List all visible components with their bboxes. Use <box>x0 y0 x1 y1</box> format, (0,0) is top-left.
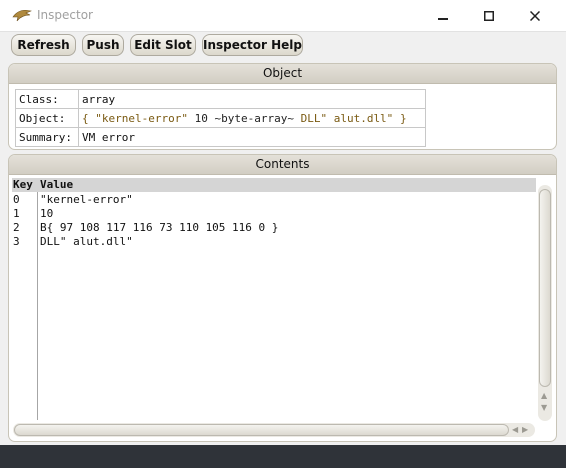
edit-slot-button[interactable]: Edit Slot <box>130 34 196 56</box>
horizontal-scrollbar[interactable]: ◀ ▶ <box>13 423 535 437</box>
object-table: Class: array Object: { "kernel-error" 10… <box>15 89 426 147</box>
title-bar: Inspector <box>0 0 566 32</box>
vertical-scroll-thumb[interactable] <box>539 189 551 387</box>
list-header: Key Value <box>12 178 536 192</box>
dll-token: DLL" <box>300 111 328 125</box>
list-item[interactable]: 1 10 <box>12 207 536 221</box>
vertical-scrollbar[interactable]: ▲ ▼ <box>538 185 552 421</box>
list-item[interactable]: 2 B{ 97 108 117 116 73 110 105 116 0 } <box>12 221 536 235</box>
summary-label: Summary: <box>15 127 79 147</box>
item-key: 3 <box>13 235 20 248</box>
object-row: Object: { "kernel-error" 10 ~byte-array~… <box>15 108 426 128</box>
push-button[interactable]: Push <box>82 34 124 56</box>
horizontal-scroll-thumb[interactable] <box>14 424 509 436</box>
class-value[interactable]: array <box>78 89 426 109</box>
window-title: Inspector <box>37 8 93 22</box>
value-column-header[interactable]: Value <box>40 178 73 192</box>
close-icon <box>530 10 540 21</box>
maximize-icon <box>484 10 494 21</box>
close-button[interactable] <box>512 0 558 31</box>
minimize-button[interactable] <box>420 0 466 31</box>
inspector-help-button[interactable]: Inspector Help <box>202 34 303 56</box>
list-item[interactable]: 0 "kernel-error" <box>12 193 536 207</box>
key-column-header[interactable]: Key <box>13 178 33 192</box>
object-panel: Object Class: array Object: { "kernel-er… <box>8 63 557 150</box>
item-key: 2 <box>13 221 20 234</box>
item-key: 1 <box>13 207 20 220</box>
item-value: B{ 97 108 117 116 73 110 105 116 0 } <box>40 221 279 234</box>
scroll-right-icon[interactable]: ▶ <box>522 426 528 434</box>
scroll-left-icon[interactable]: ◀ <box>512 426 518 434</box>
toolbar: Refresh Push Edit Slot Inspector Help <box>0 31 566 61</box>
class-label: Class: <box>15 89 79 109</box>
item-key: 0 <box>13 193 20 206</box>
refresh-button[interactable]: Refresh <box>11 34 76 56</box>
factor-raptor-icon <box>12 9 32 22</box>
byte-array-token: ~byte-array~ <box>214 111 294 125</box>
contents-panel-header: Contents <box>9 155 556 175</box>
contents-panel: Contents Key Value 0 "kernel-error" 1 10… <box>8 154 557 442</box>
kernel-error-token: "kernel-error" <box>95 111 188 125</box>
list-item[interactable]: 3 DLL" alut.dll" <box>12 235 536 249</box>
minimize-icon <box>438 17 448 20</box>
item-value: "kernel-error" <box>40 193 133 206</box>
scroll-down-icon[interactable]: ▼ <box>541 404 547 412</box>
class-row: Class: array <box>15 89 426 109</box>
close-brace: } <box>399 111 407 125</box>
maximize-button[interactable] <box>466 0 512 31</box>
open-brace: { <box>82 111 89 125</box>
contents-list[interactable]: Key Value 0 "kernel-error" 1 10 2 B{ 97 … <box>12 178 536 420</box>
object-panel-header: Object <box>9 64 556 84</box>
summary-value[interactable]: VM error <box>78 127 426 147</box>
status-bar <box>0 445 566 468</box>
object-label: Object: <box>15 108 79 128</box>
item-value: DLL" alut.dll" <box>40 235 133 248</box>
alut-dll-token: alut.dll" <box>333 111 394 125</box>
summary-row: Summary: VM error <box>15 127 426 147</box>
scroll-up-icon[interactable]: ▲ <box>541 392 547 400</box>
number-token: 10 <box>194 111 208 125</box>
item-value: 10 <box>40 207 54 220</box>
object-value[interactable]: { "kernel-error" 10 ~byte-array~ DLL" al… <box>78 108 426 128</box>
